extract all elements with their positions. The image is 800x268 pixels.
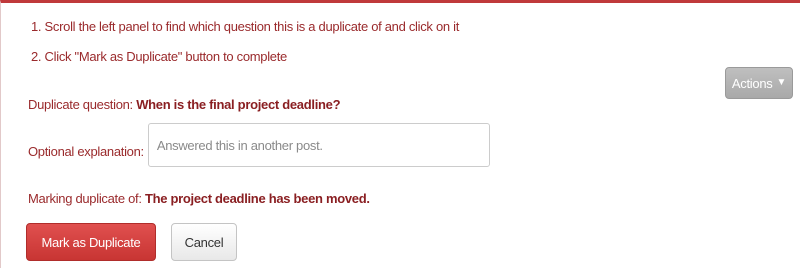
actions-label: Actions [731, 75, 773, 91]
caret-down-icon: ▼ [776, 77, 787, 88]
explanation-label: Optional explanation: [28, 143, 144, 159]
explanation-row: Optional explanation: [28, 123, 490, 167]
marking-duplicate-row: Marking duplicate of: The project deadli… [28, 191, 370, 206]
explanation-input[interactable] [147, 123, 490, 167]
cancel-button[interactable]: Cancel [171, 223, 237, 261]
instruction-step-2: 2. Click "Mark as Duplicate" button to c… [31, 49, 287, 64]
instruction-list: 1. Scroll the left panel to find which q… [31, 19, 459, 79]
duplicate-question-label: Duplicate question: [28, 97, 133, 112]
duplicate-question-title: When is the final project deadline? [136, 97, 341, 112]
instruction-step-1: 1. Scroll the left panel to find which q… [31, 19, 460, 34]
marking-duplicate-label: Marking duplicate of: [28, 191, 142, 206]
actions-dropdown-button[interactable]: Actions ▼ [725, 67, 793, 99]
mark-duplicate-panel: 1. Scroll the left panel to find which q… [0, 0, 800, 268]
marking-duplicate-title: The project deadline has been moved. [144, 191, 370, 206]
mark-as-duplicate-button[interactable]: Mark as Duplicate [26, 223, 156, 261]
duplicate-question-row: Duplicate question: When is the final pr… [28, 97, 341, 112]
